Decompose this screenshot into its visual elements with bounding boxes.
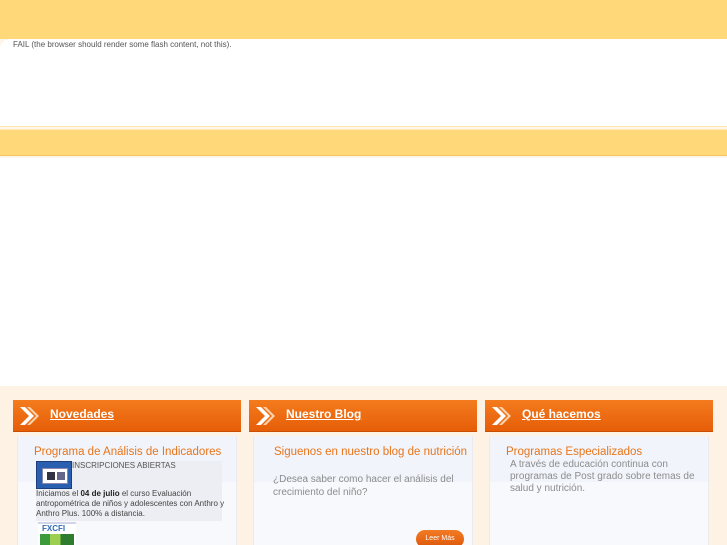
chevron-right-icon xyxy=(492,407,511,425)
item-title[interactable]: Programa de Análisis de Indicadores xyxy=(34,445,221,459)
item-title[interactable]: Programas Especializados xyxy=(506,445,642,459)
flash-fallback-text: FAIL (the browser should render some fla… xyxy=(13,40,232,49)
blog-description: ¿Desea saber como hacer el análisis del … xyxy=(273,474,454,498)
partner-logo-text: FXCFI xyxy=(42,524,66,533)
flash-banner-area: FAIL (the browser should render some fla… xyxy=(0,39,727,127)
panel-title-link[interactable]: Nuestro Blog xyxy=(286,407,361,421)
chevron-right-icon xyxy=(256,407,275,425)
services-description: A través de educación continua con progr… xyxy=(510,459,695,494)
partner-logo: FXCFI xyxy=(38,522,76,545)
panel-body: Programa de Análisis de Indicadores INSC… xyxy=(17,436,237,545)
panel-header: Novedades xyxy=(13,400,241,432)
top-header-band xyxy=(0,0,727,39)
item-title[interactable]: Siguenos en nuestro blog de nutrición xyxy=(274,445,468,459)
panel-novedades: Novedades Programa de Análisis de Indica… xyxy=(13,400,241,545)
read-more-button[interactable]: Leer Más xyxy=(416,530,464,545)
news-description: Iniciamos el 04 de julio el curso Evalua… xyxy=(36,489,225,518)
panel-que-hacemos: Qué hacemos Programas Especializados A t… xyxy=(485,400,713,545)
panel-nuestro-blog: Nuestro Blog Siguenos en nuestro blog de… xyxy=(249,400,477,545)
navigation-band xyxy=(0,129,727,156)
main-content-area xyxy=(0,158,727,386)
course-thumbnail[interactable] xyxy=(36,461,72,489)
panel-header: Nuestro Blog xyxy=(249,400,477,432)
panel-body: Siguenos en nuestro blog de nutrición ¿D… xyxy=(253,436,473,545)
panel-body: Programas Especializados A través de edu… xyxy=(489,436,709,545)
panel-title-link[interactable]: Novedades xyxy=(50,407,114,421)
chevron-right-icon xyxy=(20,407,39,425)
badge-label: INSCRIPCIONES ABIERTAS xyxy=(72,461,176,470)
panel-header: Qué hacemos xyxy=(485,400,713,432)
panel-title-link[interactable]: Qué hacemos xyxy=(522,407,601,421)
